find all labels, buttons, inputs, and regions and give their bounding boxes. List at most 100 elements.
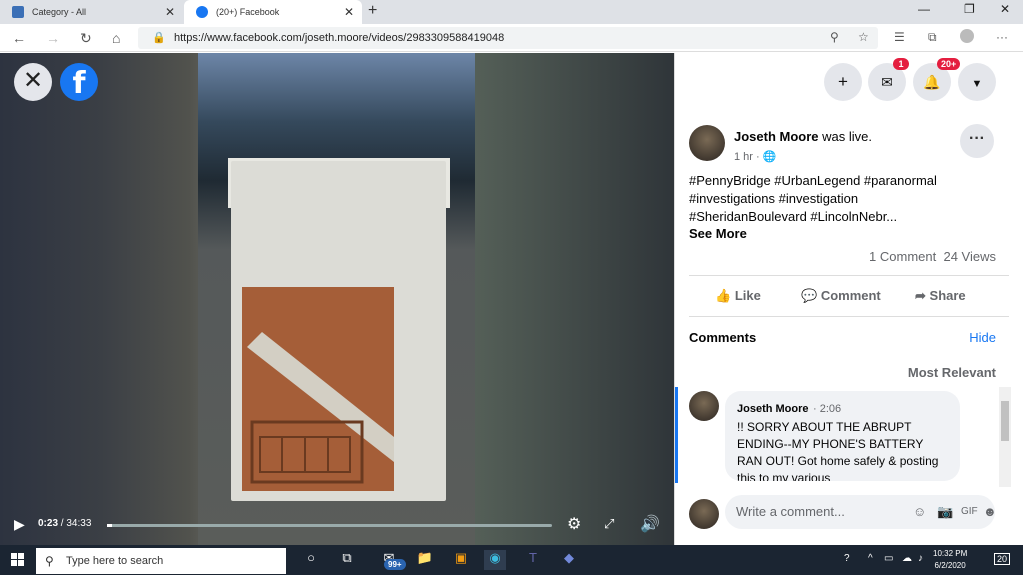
comment-highlight-bar [675,387,678,483]
minimize-icon[interactable]: — [918,2,930,16]
discord-icon[interactable]: ◆ [558,550,580,570]
commenter-avatar[interactable] [689,391,719,421]
comment-input[interactable]: Write a comment... ☺ 📷 GIF ☻ [725,495,997,529]
hashtags-line[interactable]: #SheridanBoulevard #LincolnNebr... [689,208,1009,226]
address-bar: ← → ↻ ⌂ 🔒 https://www.facebook.com/joset… [0,24,1023,52]
close-tab-icon[interactable]: ✕ [344,5,354,19]
post-status: was live. [822,129,872,144]
forward-icon[interactable]: → [46,30,60,46]
windows-start-icon[interactable] [11,553,25,567]
settings-gear-icon[interactable]: ⚙ [567,514,581,534]
share-button[interactable]: ➦ Share [915,288,966,304]
restore-icon[interactable]: ❐ [964,2,975,16]
network-icon[interactable]: ▭ [884,553,893,564]
camera-icon[interactable]: 📷 [937,495,953,529]
favorite-star-icon[interactable]: ☆ [858,30,869,44]
like-button[interactable]: 👍 Like [715,288,761,304]
onedrive-icon[interactable]: ☁ [902,553,912,564]
action-center-icon[interactable]: 20 [994,553,1011,565]
author-line: Joseth Moore was live. [734,129,872,144]
more-icon[interactable]: ··· [996,30,1008,44]
comment-button[interactable]: 💬 Comment [801,288,881,304]
see-more-link[interactable]: See More [689,226,747,241]
cortana-icon[interactable]: ○ [300,550,322,570]
comment-label: Comment [820,288,881,303]
video-player[interactable]: ✕ f ▶ 0:23 / 34:33 ⚙ ⤢ 🔊 [0,53,674,545]
progress-bar[interactable] [107,524,552,527]
comments-scrollbar[interactable] [999,387,1011,487]
sort-dropdown[interactable]: Most Relevant [908,365,996,380]
edge-icon[interactable]: ◉ [484,550,506,570]
tab-title: (20+) Facebook [216,7,280,17]
task-view-icon[interactable]: ⧉ [336,550,358,570]
emoji-icon[interactable]: ☺ [913,495,926,529]
commenter-name[interactable]: Joseth Moore [737,403,809,415]
volume-icon[interactable]: 🔊 [640,514,660,534]
author-name[interactable]: Joseth Moore [734,129,819,144]
share-icon: ➦ [915,288,926,303]
speaker-icon[interactable]: ♪ [918,553,923,564]
comment-time: · 2:06 [812,403,842,415]
tab-facebook[interactable]: (20+) Facebook ✕ [184,0,362,24]
reload-icon[interactable]: ↻ [80,30,92,47]
post-stats: 1 Comment 24 Views [869,249,996,264]
messenger-badge: 1 [893,58,909,70]
comment-time-value: 2:06 [819,403,842,415]
home-icon[interactable]: ⌂ [112,30,120,46]
thumbs-up-icon: 👍 [715,288,732,303]
close-video-button[interactable]: ✕ [14,63,52,101]
hide-comments-link[interactable]: Hide [969,330,996,345]
notif-count: 20 [997,554,1008,564]
collections-icon[interactable]: ⧉ [928,30,937,45]
post-time[interactable]: 1 hr [734,151,753,163]
tab-bar: Category - All ✕ (20+) Facebook ✕ + — ❐ … [0,0,1023,24]
help-icon[interactable]: ? [844,553,850,564]
view-count: 24 Views [943,249,996,264]
facebook-logo-icon[interactable]: f [60,63,98,101]
post-panel: + ✉ 1 🔔 20+ ▼ Joseth Moore was live. 1 h… [674,53,1023,545]
share-label: Share [929,288,966,303]
plaque-image [242,287,394,491]
account-menu-button[interactable]: ▼ [958,63,996,101]
file-explorer-icon[interactable]: 📁 [414,550,436,570]
hashtags-line[interactable]: #investigations #investigation [689,190,1009,208]
bell-icon: 🔔 [923,74,941,90]
facebook-favicon-icon [196,6,208,18]
close-window-icon[interactable]: ✕ [1000,2,1010,16]
zoom-icon[interactable]: ⚲ [830,30,839,44]
profile-icon[interactable] [960,29,974,43]
close-tab-icon[interactable]: ✕ [165,5,175,19]
scroll-thumb[interactable] [1001,401,1009,441]
favorites-icon[interactable]: ☰ [894,30,905,44]
comment-icon: 💬 [801,288,818,303]
author-avatar[interactable] [689,125,725,161]
back-icon[interactable]: ← [12,30,26,46]
new-tab-icon[interactable]: + [368,2,377,20]
clock-time: 10:32 PM [933,549,968,558]
hashtags-line[interactable]: #PennyBridge #UrbanLegend #paranormal [689,172,1009,190]
post-meta: 1 hr · 🌐 [734,151,777,163]
search-icon: ⚲ [45,554,54,568]
mail-badge: 99+ [384,559,406,570]
comments-header: Comments [689,330,757,345]
sticker-icon[interactable]: ☻ [983,495,997,529]
teams-icon[interactable]: T [522,550,544,570]
taskbar-search[interactable]: ⚲ Type here to search [36,548,286,574]
comment-bubble: Joseth Moore · 2:06 !! SORRY ABOUT THE A… [725,391,960,481]
messenger-icon: ✉ [881,74,893,90]
post-options-button[interactable]: ··· [960,124,994,158]
gif-icon[interactable]: GIF [961,495,978,529]
my-avatar [689,499,719,529]
app-icon[interactable]: ▣ [450,550,472,570]
tab-title: Category - All [32,7,87,17]
comment-count[interactable]: 1 Comment [869,249,936,264]
lock-icon: 🔒 [152,32,166,44]
create-button[interactable]: + [824,63,862,101]
duration: 34:33 [66,518,92,529]
url-field[interactable]: 🔒 https://www.facebook.com/joseth.moore/… [138,27,878,49]
tab-category[interactable]: Category - All ✕ [0,0,183,24]
show-hidden-icons-icon[interactable]: ^ [868,553,873,564]
clock[interactable]: 10:32 PM 6/2/2020 [933,548,967,572]
fullscreen-icon[interactable]: ⤢ [604,516,614,532]
play-icon[interactable]: ▶ [14,516,25,533]
